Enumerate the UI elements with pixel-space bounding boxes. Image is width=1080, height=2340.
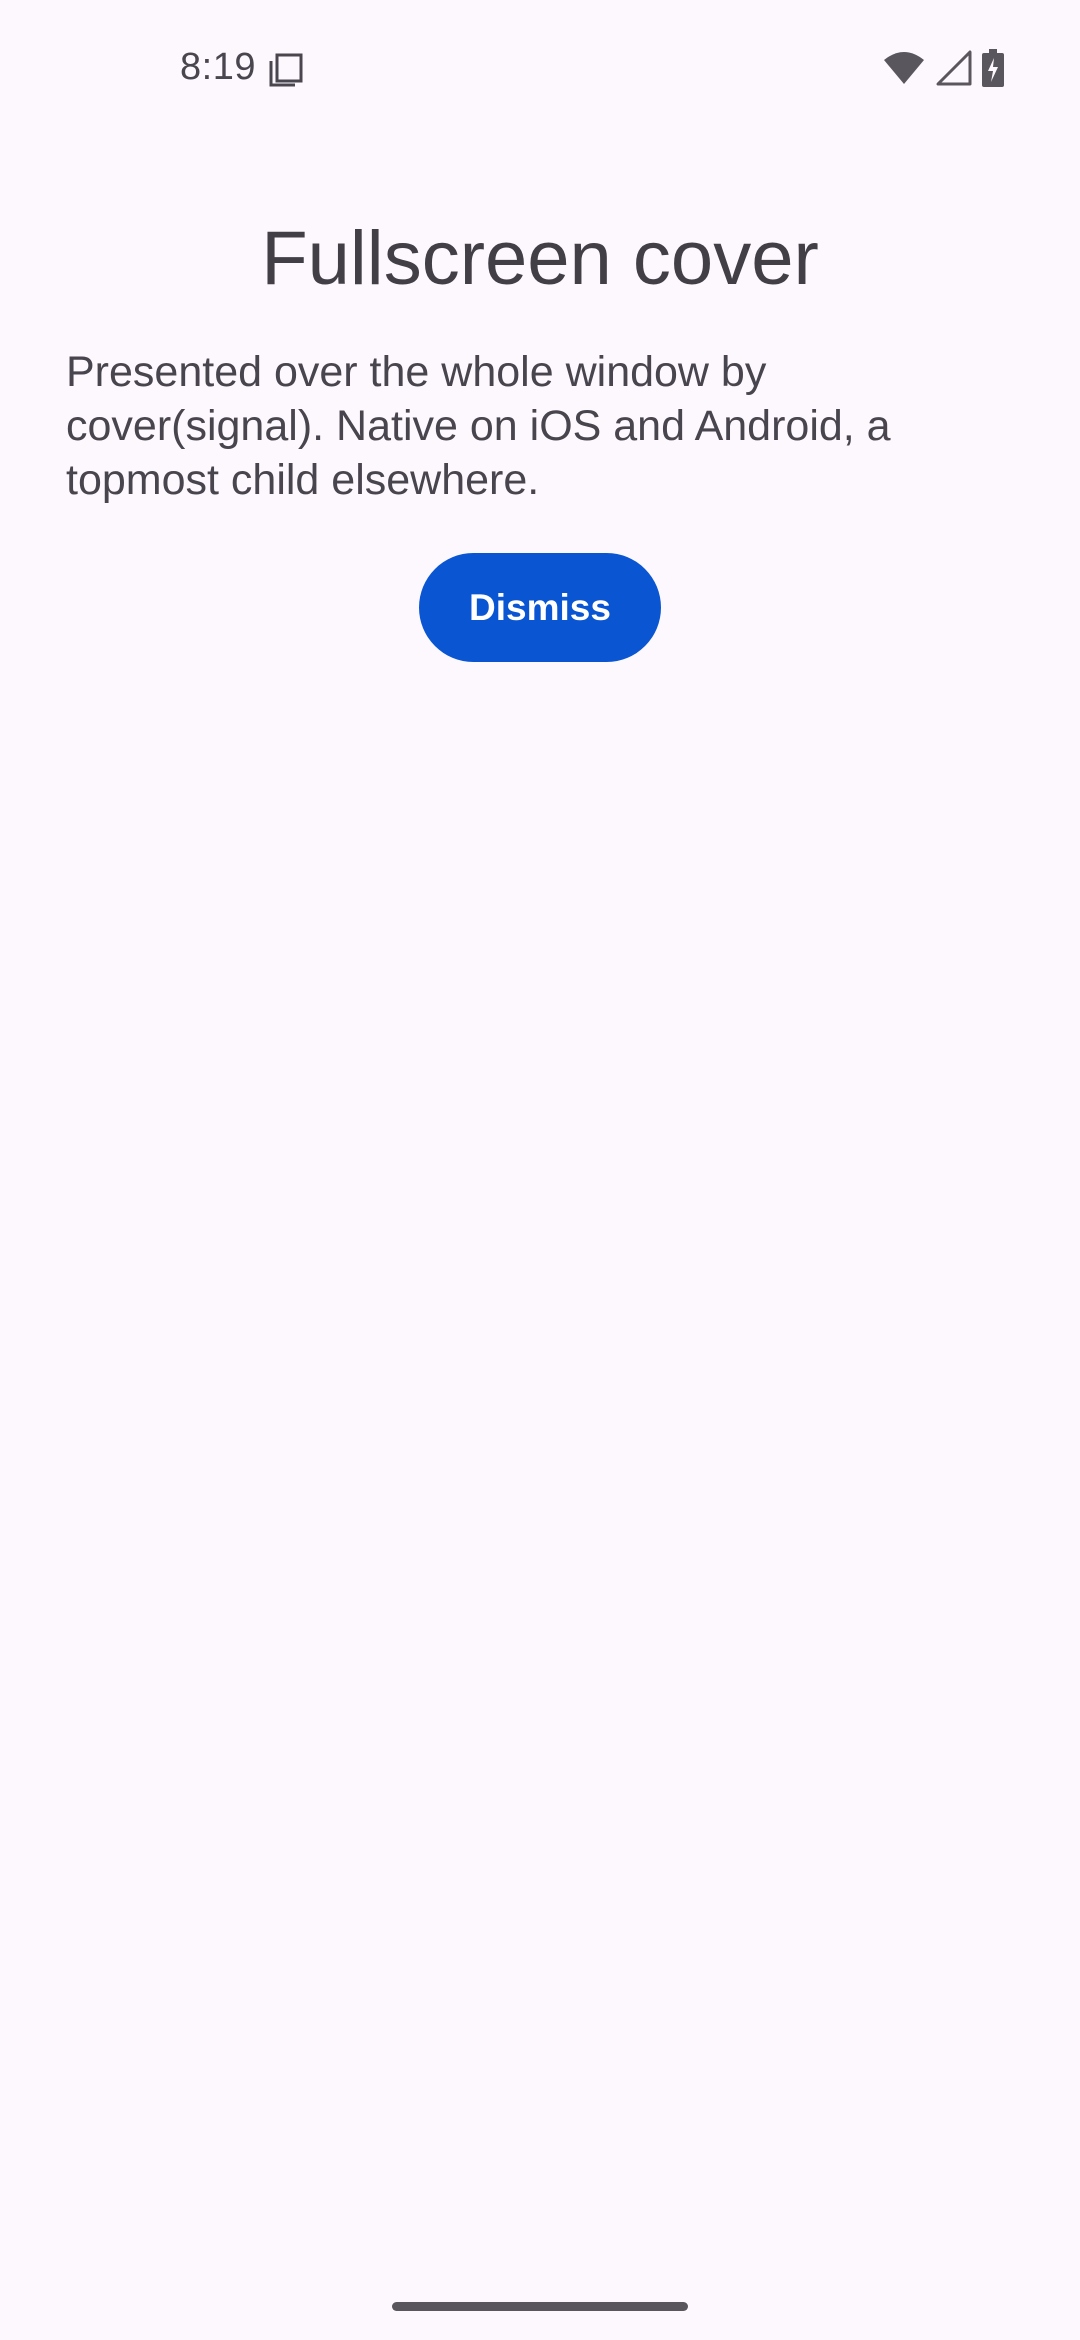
status-bar: 8:19 [0,0,1080,140]
battery-charging-icon [982,48,1004,92]
dismiss-button[interactable]: Dismiss [419,553,661,662]
wifi-icon [882,50,926,91]
gesture-nav-handle[interactable] [392,2302,688,2311]
status-time: 8:19 [180,46,256,88]
page-title: Fullscreen cover [261,216,819,301]
status-icons [882,48,1004,92]
notification-icon [268,52,304,88]
cellular-signal-icon [936,50,972,91]
description-text: Presented over the whole window by cover… [66,348,891,504]
screen: 8:19 Fullscreen cover Presented over the… [0,0,1080,2340]
